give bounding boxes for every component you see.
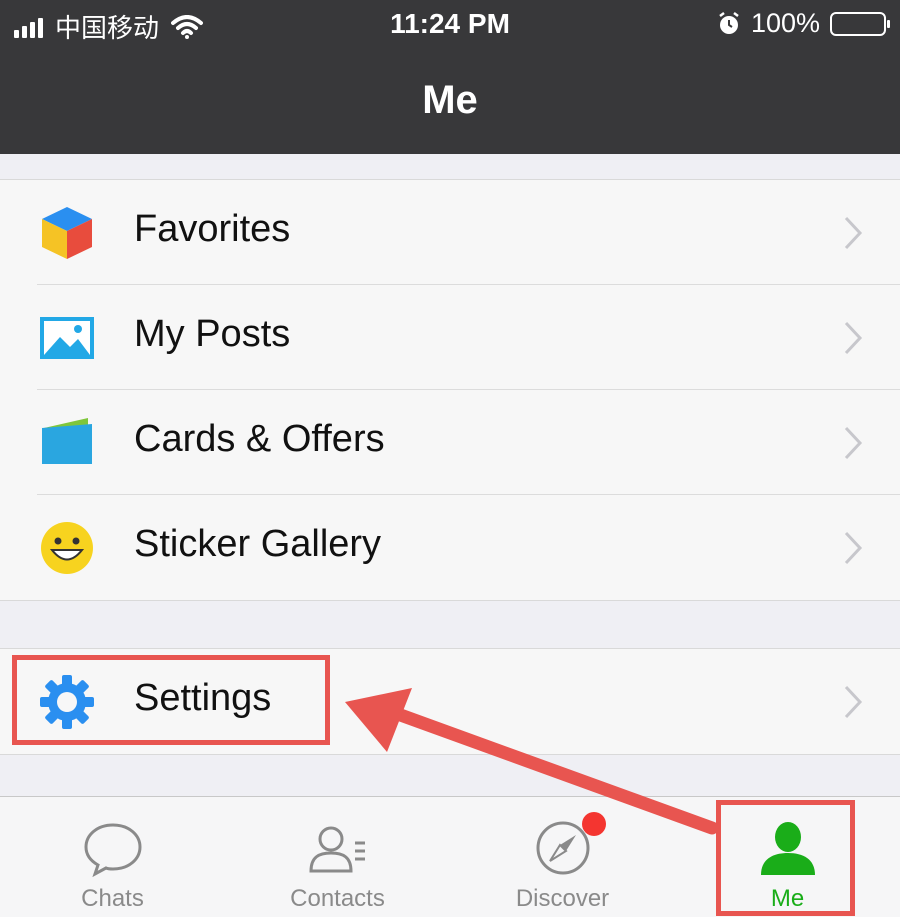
annotation-arrow: [345, 688, 719, 835]
